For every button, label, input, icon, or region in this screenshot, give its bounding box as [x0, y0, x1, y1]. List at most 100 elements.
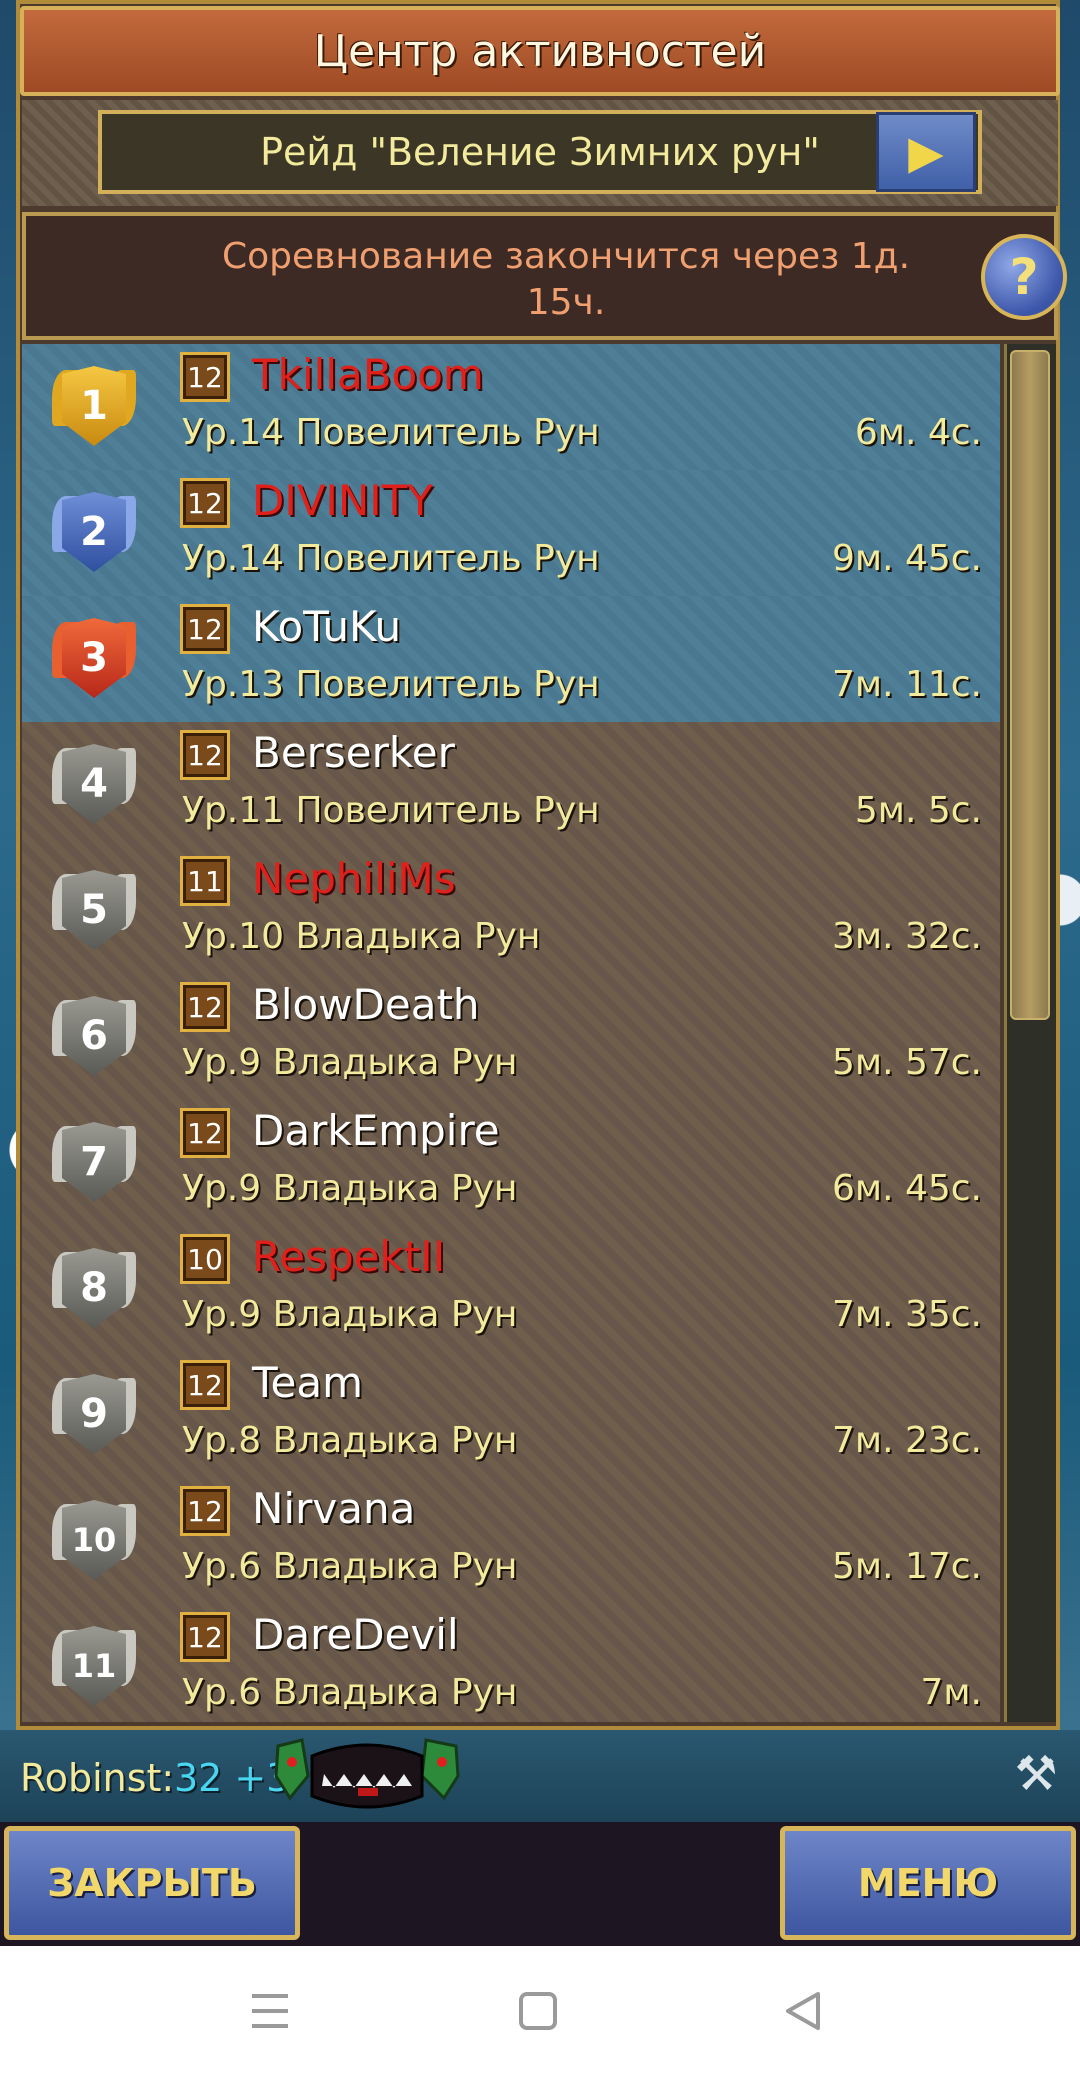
back-icon[interactable]	[774, 1986, 834, 2036]
leaderboard-row[interactable]: 9 12 Team Ур.8 Владыка Рун 7м. 23с.	[22, 1352, 1000, 1478]
player-name: Robinst:	[20, 1756, 175, 1800]
player-level-badge: 12	[180, 1108, 230, 1158]
rank-medal-icon: 5	[44, 860, 144, 960]
rank-number: 9	[62, 1374, 126, 1454]
menu-icon[interactable]	[240, 1986, 300, 2036]
rank-number: 6	[62, 996, 126, 1076]
player-level-badge: 12	[180, 352, 230, 402]
rank-medal-icon: 2	[44, 482, 144, 582]
player-status-bar: Robinst: 32 +3 ⚒	[0, 1730, 1080, 1822]
rank-medal-icon: 1	[44, 356, 144, 456]
player-rank-title: Ур.9 Владыка Рун	[182, 1042, 518, 1083]
tab-selector: Рейд "Веление Зимних рун"	[98, 110, 982, 194]
player-name: TkillaBoom	[252, 350, 484, 399]
raid-time: 6м. 4с.	[854, 412, 982, 453]
window-title: Центр активностей	[313, 25, 767, 77]
timer-line-2: 15ч.	[526, 282, 606, 323]
player-rank-title: Ур.8 Владыка Рун	[182, 1420, 518, 1461]
leaderboard-row[interactable]: 10 12 Nirvana Ур.6 Владыка Рун 5м. 17с.	[22, 1478, 1000, 1604]
info-panel: Соревнование закончится через 1д. 15ч. ?	[22, 212, 1067, 340]
leaderboard-row[interactable]: 11 12 DareDevil Ур.6 Владыка Рун 7м.	[22, 1604, 1000, 1722]
rank-medal-icon: 8	[44, 1238, 144, 1338]
rank-number: 4	[62, 744, 126, 824]
window-title-bar: Центр активностей	[20, 6, 1060, 96]
player-rank-title: Ур.14 Повелитель Рун	[182, 538, 600, 579]
player-rank-title: Ур.6 Владыка Рун	[182, 1672, 518, 1713]
raid-time: 5м. 5с.	[854, 790, 982, 831]
player-level-badge: 12	[180, 478, 230, 528]
competition-timer-text: Соревнование закончится через 1д. 15ч.	[166, 234, 966, 326]
leaderboard-row[interactable]: 3 12 KoTuKu Ур.13 Повелитель Рун 7м. 11с.	[22, 596, 1000, 722]
player-rank-title: Ур.13 Повелитель Рун	[182, 664, 600, 705]
raid-time: 5м. 17с.	[832, 1546, 982, 1587]
rank-medal-icon: 6	[44, 986, 144, 1086]
tab-label: Рейд "Веление Зимних рун"	[260, 130, 820, 174]
menu-button[interactable]: МЕНЮ	[780, 1826, 1076, 1940]
rank-number: 7	[62, 1122, 126, 1202]
player-name: DareDevil	[252, 1610, 459, 1659]
player-level-badge: 10	[180, 1234, 230, 1284]
rank-medal-icon: 7	[44, 1112, 144, 1212]
player-rank-title: Ур.9 Владыка Рун	[182, 1168, 518, 1209]
player-name: DarkEmpire	[252, 1106, 500, 1155]
player-level-badge: 11	[180, 856, 230, 906]
leaderboard-list[interactable]: 1 12 TkillaBoom Ур.14 Повелитель Рун 6м. 4с.…	[22, 344, 1000, 1722]
player-name: NephiliMs	[252, 854, 456, 903]
scrollbar-thumb[interactable]	[1010, 350, 1050, 1020]
help-button[interactable]: ?	[981, 234, 1067, 320]
player-rank-title: Ур.14 Повелитель Рун	[182, 412, 600, 453]
rank-number: 5	[62, 870, 126, 950]
player-name: Nirvana	[252, 1484, 416, 1533]
close-button[interactable]: ЗАКРЫТЬ	[4, 1826, 300, 1940]
raid-time: 7м. 11с.	[832, 664, 982, 705]
timer-line-1: Соревнование закончится через 1д.	[221, 236, 911, 277]
rank-medal-icon: 11	[44, 1616, 144, 1716]
player-name: DIVINITY	[252, 476, 433, 525]
player-level-badge: 12	[180, 604, 230, 654]
rank-medal-icon: 9	[44, 1364, 144, 1464]
leaderboard-row[interactable]: 5 11 NephiliMs Ур.10 Владыка Рун 3м. 32с.	[22, 848, 1000, 974]
rank-number: 1	[62, 366, 126, 446]
leaderboard-row[interactable]: 4 12 Berserker Ур.11 Повелитель Рун 5м. 5с.	[22, 722, 1000, 848]
hammer-axe-icon[interactable]: ⚒	[1008, 1746, 1064, 1802]
player-level-badge: 12	[180, 730, 230, 780]
player-rank-title: Ур.11 Повелитель Рун	[182, 790, 600, 831]
player-name: KoTuKu	[252, 602, 402, 651]
player-name: RespektII	[252, 1232, 446, 1281]
player-name: Berserker	[252, 728, 455, 777]
player-rank-title: Ур.9 Владыка Рун	[182, 1294, 518, 1335]
player-level-badge: 12	[180, 1612, 230, 1662]
leaderboard-row[interactable]: 2 12 DIVINITY Ур.14 Повелитель Рун 9м. 45с.	[22, 470, 1000, 596]
android-nav-bar	[0, 1946, 1080, 2078]
raid-time: 3м. 32с.	[832, 916, 982, 957]
player-level-badge: 12	[180, 1360, 230, 1410]
rank-number: 10	[62, 1500, 126, 1580]
raid-time: 6м. 45с.	[832, 1168, 982, 1209]
leaderboard-row[interactable]: 8 10 RespektII Ур.9 Владыка Рун 7м. 35с.	[22, 1226, 1000, 1352]
next-tab-button[interactable]: ▶	[876, 112, 976, 192]
raid-time: 7м. 23с.	[832, 1420, 982, 1461]
rank-number: 11	[62, 1626, 126, 1706]
player-rank-title: Ур.6 Владыка Рун	[182, 1546, 518, 1587]
raid-time: 7м.	[920, 1672, 982, 1713]
leaderboard-row[interactable]: 7 12 DarkEmpire Ур.9 Владыка Рун 6м. 45с.	[22, 1100, 1000, 1226]
rank-number: 2	[62, 492, 126, 572]
home-icon[interactable]	[508, 1986, 568, 2036]
rank-medal-icon: 3	[44, 608, 144, 708]
raid-time: 9м. 45с.	[832, 538, 982, 579]
question-icon: ?	[1009, 248, 1039, 306]
rank-medal-icon: 10	[44, 1490, 144, 1590]
player-level-badge: 12	[180, 982, 230, 1032]
player-name: Team	[252, 1358, 364, 1407]
player-level-badge: 12	[180, 1486, 230, 1536]
clan-emblem-icon	[274, 1738, 460, 1809]
player-name: BlowDeath	[252, 980, 480, 1029]
rank-number: 8	[62, 1248, 126, 1328]
player-rank-title: Ур.10 Владыка Рун	[182, 916, 541, 957]
raid-time: 5м. 57с.	[832, 1042, 982, 1083]
leaderboard-row[interactable]: 6 12 BlowDeath Ур.9 Владыка Рун 5м. 57с.	[22, 974, 1000, 1100]
arrow-right-icon: ▶	[908, 125, 944, 179]
rank-number: 3	[62, 618, 126, 698]
leaderboard-row[interactable]: 1 12 TkillaBoom Ур.14 Повелитель Рун 6м. 4с.	[22, 344, 1000, 470]
raid-time: 7м. 35с.	[832, 1294, 982, 1335]
